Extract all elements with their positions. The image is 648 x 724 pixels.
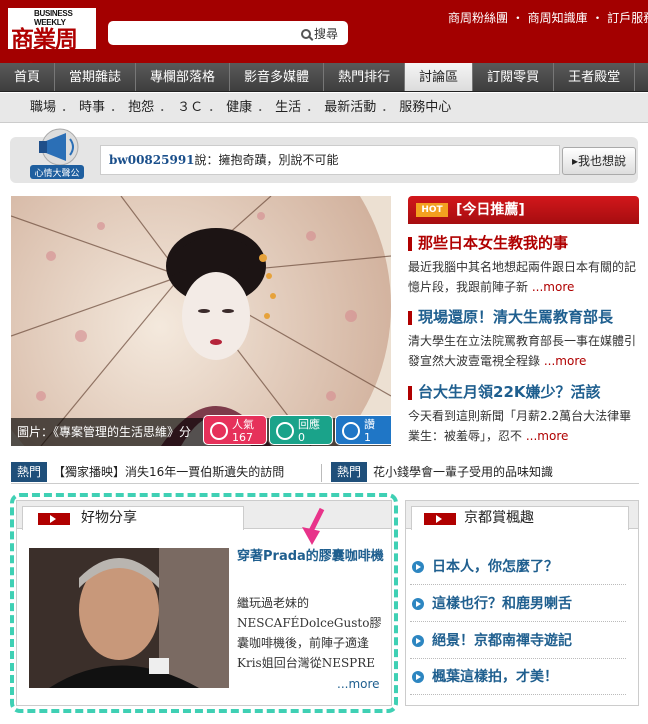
- site-logo[interactable]: BUSINESS WEEKLY 商業周刊: [8, 8, 96, 87]
- top-links[interactable]: 商周粉絲團 ・ 商周知識庫 ・ 訂戶服務: [448, 9, 648, 26]
- megaphone-icon: 心情大聲公: [30, 128, 84, 179]
- thumbs-up-icon: [342, 422, 360, 440]
- recommend-item-desc: 最近我腦中其名地想起兩件跟日本有關的記憶片段，我跟前陣子新 ...more: [408, 260, 637, 294]
- goods-image[interactable]: [29, 548, 229, 688]
- recommend-item-title[interactable]: 那些日本女生教我的事: [408, 234, 568, 252]
- pink-arrow-icon: [302, 507, 325, 545]
- recommend-item-title[interactable]: 台大生月領22K嫌少？活該: [408, 383, 601, 401]
- bullet-arrow-icon: [412, 635, 424, 647]
- mood-icon-label: 心情大聲公: [34, 167, 79, 179]
- subnav-service[interactable]: 服務中心: [399, 100, 451, 115]
- speech-bubble-icon: [276, 422, 294, 440]
- recommend-item-desc: 清大學生在立法院罵教育部長一事在媒體引發宣然大波壹電視全程錄 ...more: [408, 334, 637, 368]
- goods-desc: 繼玩過老妹的NESCAFÉDolceGusto膠囊咖啡機後，前陣子適逢Kris姐…: [237, 596, 382, 670]
- recommend-title: [今日推薦]: [456, 202, 525, 218]
- subnav-career[interactable]: 職場: [30, 100, 56, 115]
- main-nav: 首頁 當期雜誌 專欄部落格 影音多媒體 熱門排行 討論區 訂閱零買 王者殿堂: [0, 63, 648, 92]
- bullet-arrow-icon: [412, 598, 424, 610]
- kyoto-panel: 京都賞楓趣 日本人，你怎麼了？ 這樣也行？和鹿男喇舌 絕景！京都南禪寺遊記 楓葉…: [405, 500, 639, 706]
- subnav-life[interactable]: 生活: [275, 100, 301, 115]
- nav-current-issue[interactable]: 當期雜誌: [55, 63, 137, 91]
- nav-subscribe[interactable]: 訂閱零買: [473, 63, 555, 91]
- tab-goods-share[interactable]: 好物分享: [22, 506, 244, 530]
- hot-badge: HOT: [416, 203, 448, 217]
- goods-title[interactable]: 穿著Prada的膠囊咖啡機: [237, 547, 387, 567]
- subnav-events[interactable]: 最新活動: [324, 100, 376, 115]
- tab-kyoto[interactable]: 京都賞楓趣: [411, 506, 629, 530]
- play-icon: [38, 513, 70, 525]
- like-badge[interactable]: 讚 1: [335, 415, 391, 445]
- hot-links-bar: 熱門 【獨家播映】消失16年一賈伯斯遺失的訪問 熱門 花小錢學會一輩子受用的品味知識: [11, 462, 639, 484]
- mood-said: 說：: [194, 153, 219, 167]
- hot-tag: 熱門: [331, 462, 368, 482]
- hot-link-right[interactable]: 熱門 花小錢學會一輩子受用的品味知識: [331, 462, 553, 482]
- nav-columns[interactable]: 專欄部落格: [136, 63, 231, 91]
- recommend-item: 台大生月領22K嫌少？活該 今天看到這則新聞「月薪2.2萬台大法律畢業生：被羞辱…: [408, 381, 640, 446]
- man-with-coffee-photo: [29, 548, 229, 688]
- eye-icon: [210, 422, 228, 440]
- subnav-complaints[interactable]: 抱怨: [128, 100, 154, 115]
- kyoto-item[interactable]: 楓葉這樣拍，才美！: [410, 659, 626, 695]
- mood-message: bw00825991說：擁抱奇蹟，別說不可能: [100, 145, 560, 175]
- kyoto-item[interactable]: 日本人，你怎麼了？: [410, 549, 626, 585]
- search-input[interactable]: 搜尋: [108, 21, 348, 45]
- hot-tag: 熱門: [11, 462, 48, 482]
- nav-hall[interactable]: 王者殿堂: [554, 63, 636, 91]
- search-button[interactable]: 搜尋: [300, 25, 338, 42]
- hot-link-left[interactable]: 熱門 【獨家播映】消失16年一賈伯斯遺失的訪問: [11, 462, 284, 482]
- sub-nav: 職場．時事．抱怨． ３Ｃ ．健康．生活．最新活動．服務中心: [0, 93, 648, 123]
- mood-message-text: 擁抱奇蹟，別說不可能: [218, 153, 339, 167]
- nav-multimedia[interactable]: 影音多媒體: [230, 63, 325, 91]
- bullet-arrow-icon: [412, 671, 424, 683]
- recommend-item: 現場還原！清大生罵教育部長 清大學生在立法院罵教育部長一事在媒體引發宣然大波壹電…: [408, 306, 640, 371]
- goods-share-panel: 好物分享 穿著Prada的膠囊咖啡機 繼玩過老妹的NESCAFÉDolceGus…: [16, 500, 392, 706]
- nav-forum[interactable]: 討論區: [405, 63, 474, 91]
- popularity-badge[interactable]: 人氣 167: [203, 415, 267, 445]
- hero-image[interactable]: 圖片：《專案管理的生活思維》分 人氣 167 回應 0 讚 1: [11, 196, 391, 446]
- recommend-header: HOT [今日推薦]: [408, 196, 639, 224]
- subnav-news[interactable]: 時事: [79, 100, 105, 115]
- site-header: BUSINESS WEEKLY 商業周刊 搜尋 商周粉絲團 ・ 商周知識庫 ・ …: [0, 0, 648, 87]
- recommend-item-title[interactable]: 現場還原！清大生罵教育部長: [408, 308, 613, 326]
- search-icon: [300, 28, 311, 39]
- me-too-button[interactable]: ▸我也想說: [562, 147, 636, 175]
- geisha-photo: [11, 196, 391, 446]
- recommend-item: 那些日本女生教我的事 最近我腦中其名地想起兩件跟日本有關的記憶片段，我跟前陣子新…: [408, 232, 640, 297]
- search-button-label: 搜尋: [313, 27, 338, 41]
- recommend-item-desc: 今天看到這則新聞「月薪2.2萬台大法律畢業生：被羞辱」，忍不 ...more: [408, 409, 632, 443]
- mood-user-link[interactable]: bw00825991: [109, 153, 195, 167]
- nav-home[interactable]: 首頁: [0, 63, 56, 91]
- more-link[interactable]: ...more: [532, 280, 575, 294]
- hero-badges: 人氣 167 回應 0 讚 1: [203, 415, 391, 445]
- kyoto-item[interactable]: 絕景！京都南禪寺遊記: [410, 623, 626, 659]
- more-link[interactable]: ...more: [544, 354, 587, 368]
- reply-badge[interactable]: 回應 0: [269, 415, 333, 445]
- more-link[interactable]: ...more: [526, 429, 569, 443]
- play-icon: [424, 513, 456, 525]
- subnav-health[interactable]: 健康: [226, 100, 252, 115]
- subnav-3c[interactable]: ３Ｃ: [177, 100, 203, 115]
- mood-bar: 心情大聲公 bw00825991說：擁抱奇蹟，別說不可能 ▸我也想說: [10, 128, 638, 183]
- bullet-arrow-icon: [412, 561, 424, 573]
- kyoto-item[interactable]: 這樣也行？和鹿男喇舌: [410, 586, 626, 622]
- goods-more-link[interactable]: ...more: [337, 677, 380, 691]
- nav-ranking[interactable]: 熱門排行: [324, 63, 406, 91]
